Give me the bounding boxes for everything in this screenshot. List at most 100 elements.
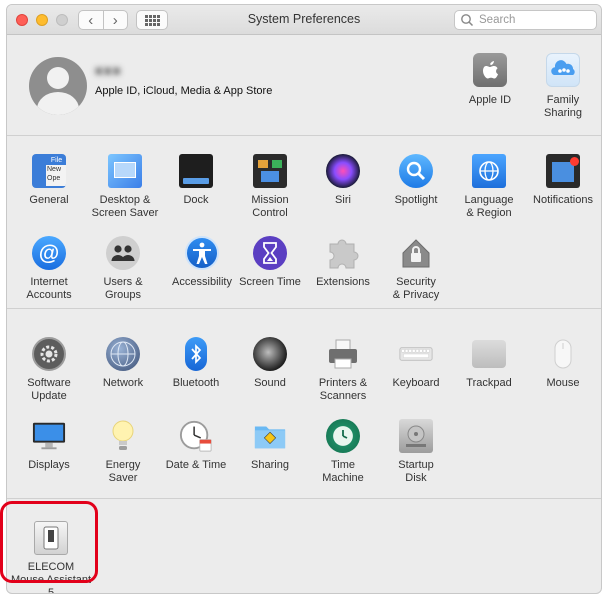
software-update-label: Software Update	[27, 377, 71, 402]
pref-sharing[interactable]: Sharing	[232, 419, 308, 472]
title-bar: ‹ › System Preferences	[7, 5, 601, 35]
siri-icon	[326, 154, 360, 188]
pref-internet-accounts[interactable]: @ Internet Accounts	[11, 236, 87, 302]
apple-icon	[473, 53, 507, 87]
bluetooth-label: Bluetooth	[172, 377, 220, 389]
pref-dock[interactable]: Dock	[158, 154, 234, 207]
time-machine-label: Time Machine	[322, 459, 364, 484]
mouse-label: Mouse	[546, 377, 580, 389]
trackpad-label: Trackpad	[466, 377, 512, 389]
pref-displays[interactable]: Displays	[11, 419, 87, 472]
pref-siri[interactable]: Siri	[305, 154, 381, 207]
pref-general[interactable]: FileNewOpe File General	[11, 154, 87, 207]
desktop-label: Desktop & Screen Saver	[91, 194, 159, 219]
notifications-label: Notifications	[533, 194, 593, 206]
pref-printers-scanners[interactable]: Printers & Scanners	[305, 337, 381, 403]
users-groups-label: Users & Groups	[103, 276, 143, 301]
accessibility-label: Accessibility	[172, 276, 232, 288]
pref-security-privacy[interactable]: Security & Privacy	[378, 236, 454, 302]
siri-label: Siri	[335, 194, 351, 206]
user-name: ■■■	[95, 63, 122, 78]
pref-date-time[interactable]: Date & Time	[158, 419, 234, 472]
time-machine-icon	[326, 419, 360, 453]
security-privacy-label: Security & Privacy	[392, 276, 440, 301]
bluetooth-icon	[185, 337, 207, 371]
mouse-icon	[546, 337, 580, 371]
pref-keyboard[interactable]: Keyboard	[378, 337, 454, 390]
language-icon	[472, 154, 506, 188]
accessibility-icon	[185, 236, 219, 270]
general-label: General	[29, 194, 69, 206]
clock-icon	[179, 419, 213, 453]
pref-spotlight[interactable]: Spotlight	[378, 154, 454, 207]
at-icon: @	[32, 236, 66, 270]
lightbulb-icon	[106, 419, 140, 453]
family-sharing-label: Family Sharing	[544, 94, 582, 119]
globe-icon	[106, 337, 140, 371]
internet-accounts-label: Internet Accounts	[26, 276, 72, 301]
startup-disk-label: Startup Disk	[398, 459, 434, 484]
pref-startup-disk[interactable]: Startup Disk	[378, 419, 454, 485]
pref-time-machine[interactable]: Time Machine	[305, 419, 381, 485]
pref-accessibility[interactable]: Accessibility	[164, 236, 240, 289]
sound-label: Sound	[254, 377, 286, 389]
sharing-folder-icon	[253, 419, 287, 453]
search-icon	[461, 14, 474, 27]
extensions-label: Extensions	[316, 276, 370, 288]
date-time-label: Date & Time	[165, 459, 227, 471]
pref-trackpad[interactable]: Trackpad	[451, 337, 527, 390]
pref-apple-id[interactable]: Apple ID	[450, 53, 530, 107]
users-icon	[106, 236, 140, 270]
pref-screen-time[interactable]: Screen Time	[232, 236, 308, 289]
screen-time-label: Screen Time	[239, 276, 301, 288]
mission-control-label: Mission Control	[251, 194, 289, 219]
pref-bluetooth[interactable]: Bluetooth	[158, 337, 234, 390]
pref-sound[interactable]: Sound	[232, 337, 308, 390]
pref-language-region[interactable]: Language & Region	[451, 154, 527, 220]
keyboard-icon	[399, 337, 433, 371]
pref-users-groups[interactable]: Users & Groups	[85, 236, 161, 302]
pref-notifications[interactable]: Notifications	[525, 154, 601, 207]
spotlight-label: Spotlight	[394, 194, 438, 206]
general-icon: FileNewOpe File	[32, 154, 66, 188]
pref-family-sharing[interactable]: Family Sharing	[523, 53, 601, 120]
printers-scanners-label: Printers & Scanners	[318, 377, 368, 402]
pref-network[interactable]: Network	[85, 337, 161, 390]
printer-icon	[326, 337, 360, 371]
network-label: Network	[102, 377, 144, 389]
apple-id-label: Apple ID	[468, 94, 512, 106]
sharing-label: Sharing	[251, 459, 289, 471]
desktop-icon	[108, 154, 142, 188]
personal-section: FileNewOpe File General Desktop & Screen…	[7, 136, 601, 309]
energy-saver-label: Energy Saver	[105, 459, 141, 484]
pref-extensions[interactable]: Extensions	[305, 236, 381, 289]
puzzle-icon	[326, 236, 360, 270]
language-label: Language & Region	[464, 194, 514, 219]
notifications-icon	[546, 154, 580, 188]
pref-energy-saver[interactable]: Energy Saver	[85, 419, 161, 485]
avatar[interactable]	[29, 57, 87, 115]
pref-desktop-screen-saver[interactable]: Desktop & Screen Saver	[87, 154, 163, 220]
displays-label: Displays	[28, 459, 70, 471]
family-sharing-icon	[546, 53, 580, 87]
gear-icon	[32, 337, 66, 371]
keyboard-label: Keyboard	[392, 377, 440, 389]
highlight-annotation	[0, 501, 98, 583]
display-icon	[32, 419, 66, 453]
pref-mission-control[interactable]: Mission Control	[232, 154, 308, 220]
apple-id-row: ■■■ Apple ID, iCloud, Media & App Store …	[7, 36, 601, 136]
dock-icon	[179, 154, 213, 188]
dock-label: Dock	[183, 194, 209, 206]
mission-control-icon	[253, 154, 287, 188]
pref-mouse[interactable]: Mouse	[525, 337, 601, 390]
house-lock-icon	[399, 236, 433, 270]
search-field[interactable]	[454, 10, 597, 30]
search-input[interactable]	[476, 14, 586, 26]
spotlight-icon	[399, 154, 433, 188]
disk-icon	[399, 419, 433, 453]
hardware-section: Software Update Network Bluetooth Sound …	[7, 309, 601, 499]
speaker-icon	[253, 337, 287, 371]
pref-software-update[interactable]: Software Update	[11, 337, 87, 403]
user-subtitle: Apple ID, iCloud, Media & App Store	[95, 85, 273, 97]
hourglass-icon	[253, 236, 287, 270]
